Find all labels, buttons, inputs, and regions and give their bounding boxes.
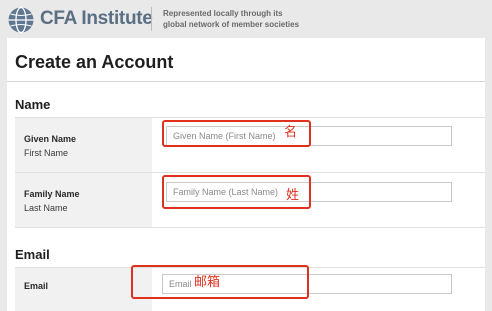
given-name-sublabel: First Name [24, 148, 69, 158]
section-divider [15, 227, 485, 229]
section-heading-name: Name [15, 97, 51, 112]
annotation-label-given-name: 名 [284, 125, 298, 140]
header-tagline: Represented locally through its global n… [163, 8, 333, 30]
form-row-given-name: Given Name First Name [15, 117, 485, 173]
field-label-cell: Given Name First Name [15, 118, 152, 173]
form-row-email: Email [15, 267, 485, 311]
family-name-input[interactable] [166, 182, 452, 202]
field-label-cell: Family Name Last Name [15, 173, 152, 228]
given-name-label: Given Name [24, 134, 77, 144]
email-label: Email [24, 281, 49, 291]
given-name-input[interactable] [166, 126, 452, 146]
field-label-cell: Email [15, 268, 152, 311]
title-divider [7, 81, 485, 82]
site-header: CFA Institute Represented locally throug… [0, 0, 492, 38]
cfa-globe-logo-icon[interactable] [7, 6, 35, 34]
header-divider [151, 7, 152, 31]
annotation-label-email: 邮箱 [194, 275, 221, 290]
form-row-family-name: Family Name Last Name [15, 172, 485, 228]
page: CFA Institute Represented locally throug… [0, 0, 492, 311]
family-name-label: Family Name [24, 189, 80, 199]
section-heading-email: Email [15, 247, 50, 262]
tagline-line-1: Represented locally through its [163, 9, 283, 18]
logo-wordmark[interactable]: CFA Institute [40, 8, 153, 30]
create-account-form: Create an Account Name Given Name First … [7, 38, 485, 311]
family-name-sublabel: Last Name [24, 203, 68, 213]
page-title: Create an Account [15, 52, 174, 72]
annotation-label-family-name: 姓 [286, 188, 300, 203]
tagline-line-2: global network of member societies [163, 20, 300, 29]
